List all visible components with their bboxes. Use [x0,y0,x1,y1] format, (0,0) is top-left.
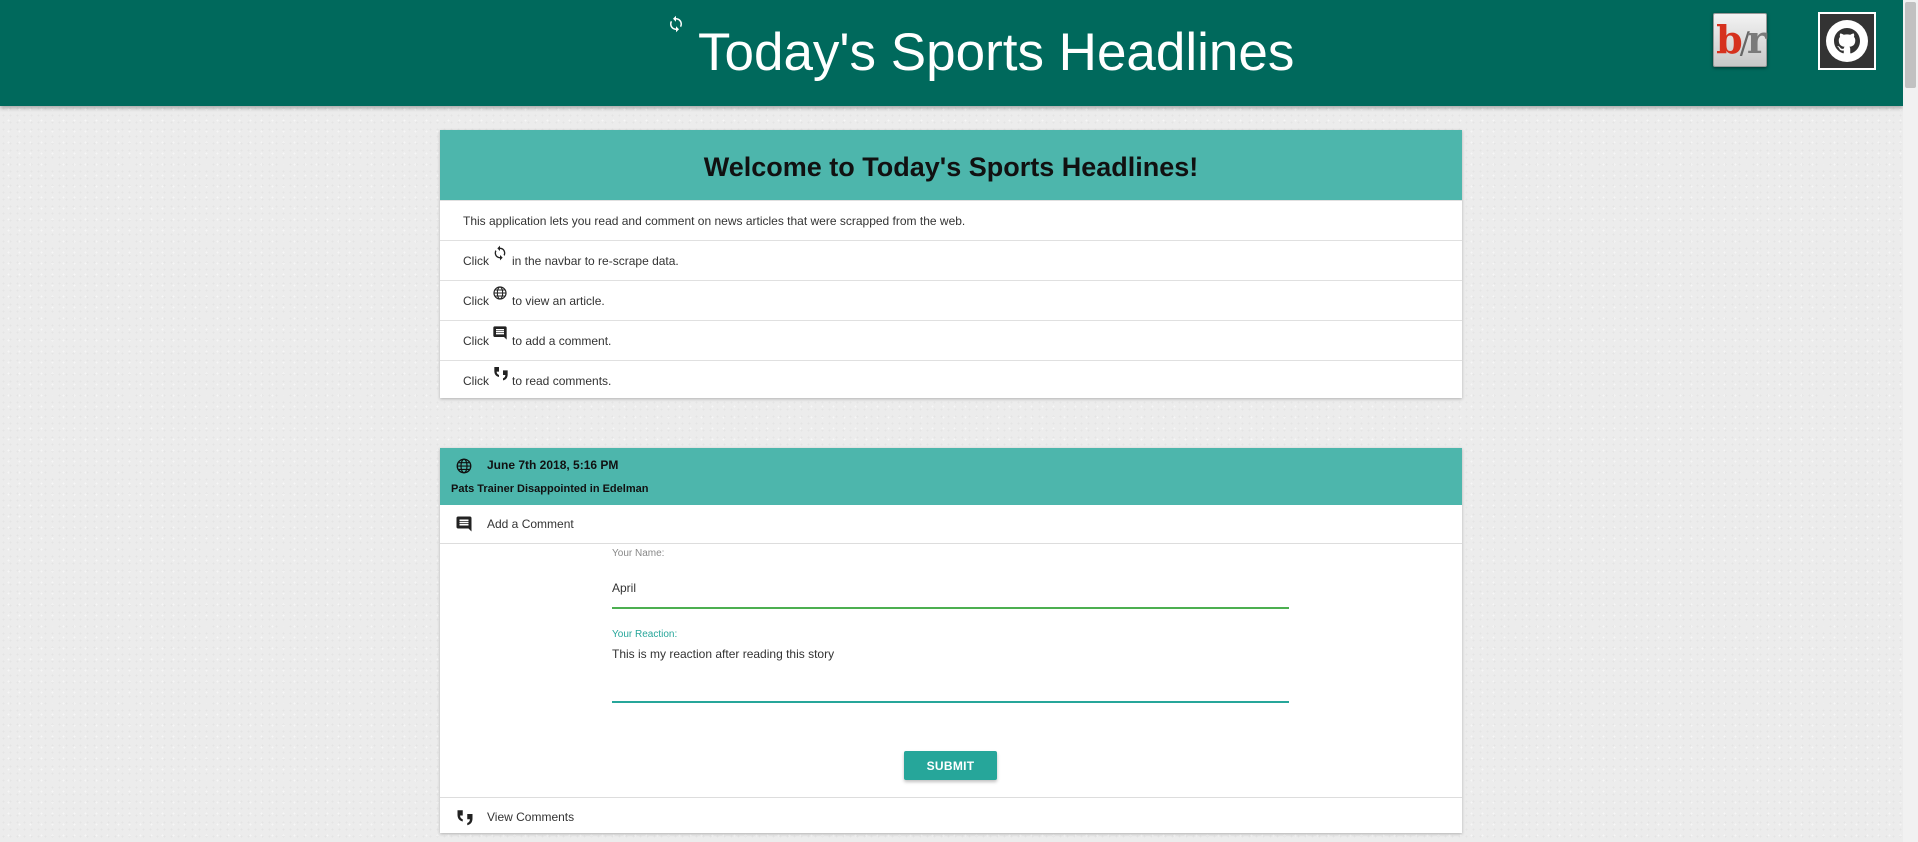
submit-button[interactable]: SUBMIT [904,751,997,780]
view-comments-label: View Comments [487,810,575,824]
github-icon[interactable] [1818,12,1876,70]
reaction-input[interactable]: This is my reaction after reading this s… [612,641,1289,703]
quote-icon [492,357,508,381]
refresh-icon [492,237,508,261]
comment-icon [492,317,508,340]
name-label: Your Name: [612,548,665,559]
refresh-icon[interactable] [667,15,685,33]
article-title: Pats Trainer Disappointed in Edelman [451,483,649,495]
page-title: Today's Sports Headlines [698,23,1295,82]
navbar: Today's Sports Headlines b/r [0,0,1903,106]
welcome-card: Welcome to Today's Sports Headlines! Thi… [440,130,1462,398]
welcome-row-refresh: Click in the navbar to re-scrape data. [440,240,1462,280]
article-header: June 7th 2018, 5:16 PM Pats Trainer Disa… [440,448,1462,505]
article-date: June 7th 2018, 5:16 PM [487,458,619,472]
add-comment-label: Add a Comment [487,517,574,531]
reaction-label: Your Reaction: [612,629,678,640]
scrollbar-track[interactable] [1903,0,1918,842]
name-input[interactable] [612,561,1289,609]
globe-icon[interactable] [455,457,473,475]
view-comments-toggle[interactable]: View Comments [440,798,1462,836]
bleacher-report-logo[interactable]: b/r [1713,13,1767,67]
comment-form: Your Name: Your Reaction: This is my rea… [440,544,1462,798]
welcome-row-quote: Click to read comments. [440,360,1462,400]
welcome-intro: This application lets you read and comme… [440,200,1462,240]
scrollbar-thumb[interactable] [1905,2,1916,88]
welcome-row-globe: Click to view an article. [440,280,1462,320]
add-comment-toggle[interactable]: Add a Comment [440,505,1462,544]
article-card: June 7th 2018, 5:16 PM Pats Trainer Disa… [440,448,1462,833]
quote-icon [455,808,475,826]
welcome-row-comment: Click to add a comment. [440,320,1462,360]
welcome-heading: Welcome to Today's Sports Headlines! [440,130,1462,200]
globe-icon [492,277,508,300]
comment-icon [455,515,473,533]
